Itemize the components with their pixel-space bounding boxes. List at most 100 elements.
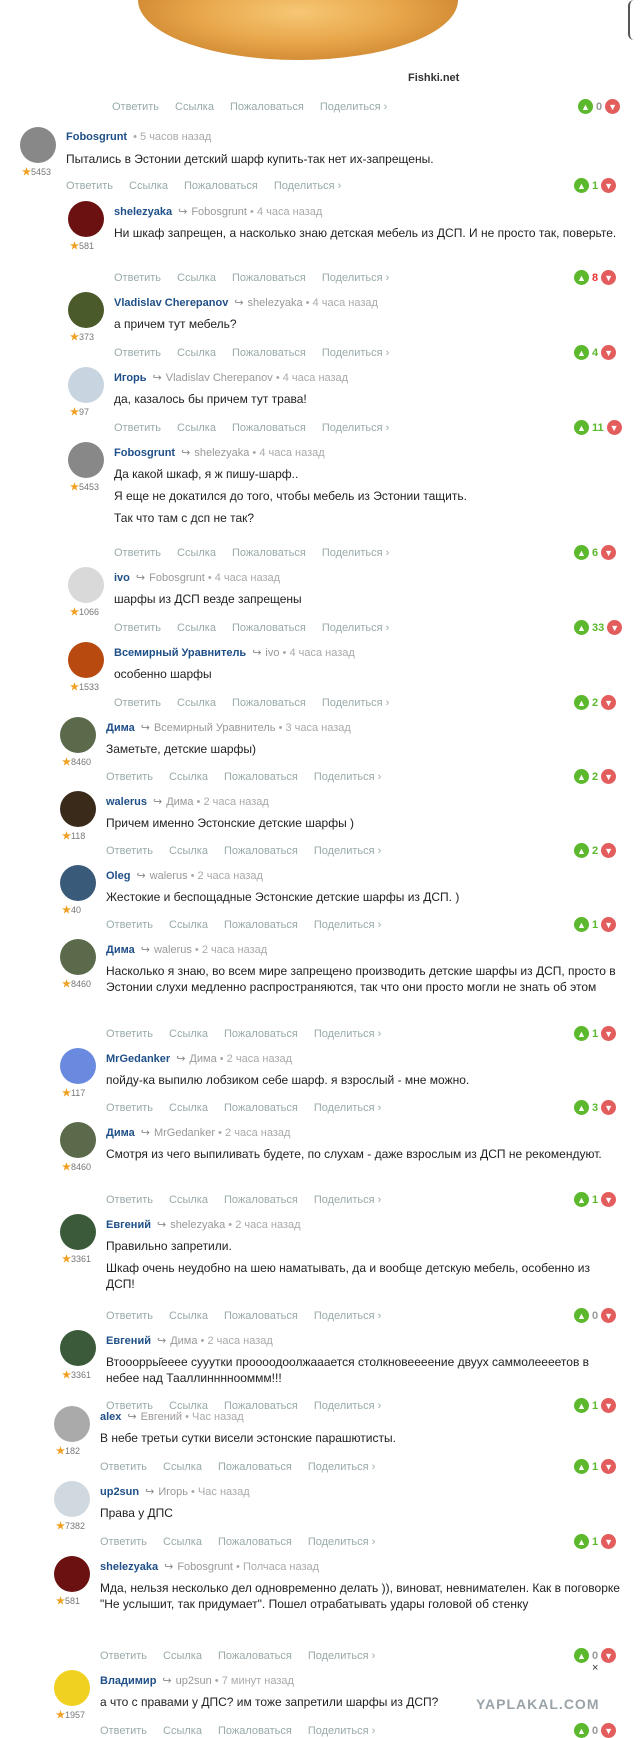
share-link[interactable]: Поделиться ›: [314, 1194, 381, 1206]
avatar[interactable]: [60, 865, 96, 901]
report-link[interactable]: Пожаловаться: [230, 101, 304, 113]
share-link[interactable]: Поделиться ›: [308, 1536, 375, 1548]
report-link[interactable]: Пожаловаться: [224, 919, 298, 931]
reply-to-link[interactable]: walerus: [154, 944, 195, 956]
report-link[interactable]: Пожаловаться: [218, 1650, 292, 1662]
reply-to-link[interactable]: walerus: [150, 870, 191, 882]
avatar[interactable]: [54, 1406, 90, 1442]
share-link[interactable]: Поделиться ›: [322, 547, 389, 559]
link-link[interactable]: Ссылка: [177, 547, 216, 559]
avatar[interactable]: [68, 292, 104, 328]
link-link[interactable]: Ссылка: [175, 101, 214, 113]
thumbs-up-icon[interactable]: ▲: [578, 99, 593, 114]
report-link[interactable]: Пожаловаться: [218, 1536, 292, 1548]
share-link[interactable]: Поделиться ›: [322, 347, 389, 359]
author-link[interactable]: MrGedanker: [106, 1053, 170, 1065]
reply-link[interactable]: Ответить: [106, 1310, 153, 1322]
link-link[interactable]: Ссылка: [177, 272, 216, 284]
thumbs-up-icon[interactable]: ▲: [574, 1648, 589, 1663]
share-link[interactable]: Поделиться ›: [314, 845, 381, 857]
thumbs-down-icon[interactable]: ▼: [607, 620, 623, 635]
share-link[interactable]: Поделиться ›: [314, 1028, 381, 1040]
share-link[interactable]: Поделиться ›: [320, 101, 387, 113]
reply-to-link[interactable]: Fobosgrunt: [149, 572, 208, 584]
report-link[interactable]: Пожаловаться: [232, 622, 306, 634]
thumbs-down-icon[interactable]: ▼: [601, 769, 617, 784]
thumbs-down-icon[interactable]: ▼: [601, 178, 617, 193]
link-link[interactable]: Ссылка: [163, 1536, 202, 1548]
author-link[interactable]: shelezyaka: [100, 1561, 158, 1573]
reply-to-link[interactable]: shelezyaka: [170, 1219, 228, 1231]
author-link[interactable]: walerus: [106, 796, 147, 808]
author-link[interactable]: Vladislav Cherepanov: [114, 297, 228, 309]
share-link[interactable]: Поделиться ›: [314, 771, 381, 783]
avatar[interactable]: [20, 127, 56, 163]
reply-link[interactable]: Ответить: [66, 180, 113, 192]
reply-link[interactable]: Ответить: [106, 1194, 153, 1206]
report-link[interactable]: Пожаловаться: [232, 422, 306, 434]
thumbs-up-icon[interactable]: ▲: [574, 1308, 589, 1323]
thumbs-up-icon[interactable]: ▲: [574, 1100, 589, 1115]
report-link[interactable]: Пожаловаться: [224, 845, 298, 857]
thumbs-up-icon[interactable]: ▲: [574, 620, 589, 635]
thumbs-up-icon[interactable]: ▲: [574, 1459, 589, 1474]
share-link[interactable]: Поделиться ›: [322, 622, 389, 634]
avatar[interactable]: [54, 1670, 90, 1706]
share-link[interactable]: Поделиться ›: [314, 1400, 381, 1412]
report-link[interactable]: Пожаловаться: [224, 1310, 298, 1322]
report-link[interactable]: Пожаловаться: [232, 347, 306, 359]
reply-link[interactable]: Ответить: [114, 547, 161, 559]
thumbs-up-icon[interactable]: ▲: [574, 917, 589, 932]
link-link[interactable]: Ссылка: [177, 697, 216, 709]
avatar[interactable]: [54, 1481, 90, 1517]
thumbs-up-icon[interactable]: ▲: [574, 1723, 589, 1738]
link-link[interactable]: Ссылка: [169, 1028, 208, 1040]
thumbs-down-icon[interactable]: ▼: [605, 99, 621, 114]
author-link[interactable]: Дима: [106, 944, 135, 956]
thumbs-up-icon[interactable]: ▲: [574, 545, 589, 560]
reply-link[interactable]: Ответить: [114, 622, 161, 634]
report-link[interactable]: Пожаловаться: [224, 1102, 298, 1114]
reply-link[interactable]: Ответить: [114, 347, 161, 359]
link-link[interactable]: Ссылка: [129, 180, 168, 192]
avatar[interactable]: [60, 1122, 96, 1158]
author-link[interactable]: Дима: [106, 1127, 135, 1139]
reply-link[interactable]: Ответить: [114, 422, 161, 434]
report-link[interactable]: Пожаловаться: [232, 697, 306, 709]
thumbs-down-icon[interactable]: ▼: [601, 1308, 617, 1323]
thumbs-down-icon[interactable]: ▼: [601, 1100, 617, 1115]
report-link[interactable]: Пожаловаться: [218, 1461, 292, 1473]
report-link[interactable]: Пожаловаться: [224, 771, 298, 783]
reply-link[interactable]: Ответить: [106, 771, 153, 783]
author-link[interactable]: Oleg: [106, 870, 130, 882]
reply-to-link[interactable]: Vladislav Cherepanov: [166, 372, 276, 384]
link-link[interactable]: Ссылка: [177, 622, 216, 634]
avatar[interactable]: [68, 367, 104, 403]
scrollbar-edge[interactable]: [628, 0, 640, 40]
thumbs-down-icon[interactable]: ▼: [601, 1026, 617, 1041]
reply-link[interactable]: Ответить: [106, 1102, 153, 1114]
thumbs-down-icon[interactable]: ▼: [601, 345, 617, 360]
reply-to-link[interactable]: ivo: [265, 647, 282, 659]
reply-to-link[interactable]: Дима: [189, 1053, 219, 1065]
avatar[interactable]: [60, 1048, 96, 1084]
thumbs-down-icon[interactable]: ▼: [601, 545, 617, 560]
reply-link[interactable]: Ответить: [114, 697, 161, 709]
link-link[interactable]: Ссылка: [169, 1194, 208, 1206]
thumbs-up-icon[interactable]: ▲: [574, 1398, 589, 1413]
thumbs-down-icon[interactable]: ▼: [601, 917, 617, 932]
close-icon[interactable]: ×: [592, 1662, 598, 1674]
share-link[interactable]: Поделиться ›: [322, 697, 389, 709]
share-link[interactable]: Поделиться ›: [322, 272, 389, 284]
report-link[interactable]: Пожаловаться: [232, 272, 306, 284]
thumbs-down-icon[interactable]: ▼: [606, 420, 622, 435]
reply-to-link[interactable]: Fobosgrunt: [191, 206, 250, 218]
thumbs-down-icon[interactable]: ▼: [601, 843, 617, 858]
report-link[interactable]: Пожаловаться: [184, 180, 258, 192]
share-link[interactable]: Поделиться ›: [314, 919, 381, 931]
link-link[interactable]: Ссылка: [163, 1650, 202, 1662]
thumbs-up-icon[interactable]: ▲: [574, 769, 589, 784]
author-link[interactable]: Дима: [106, 722, 135, 734]
avatar[interactable]: [60, 1330, 96, 1366]
author-link[interactable]: Игорь: [114, 372, 147, 384]
